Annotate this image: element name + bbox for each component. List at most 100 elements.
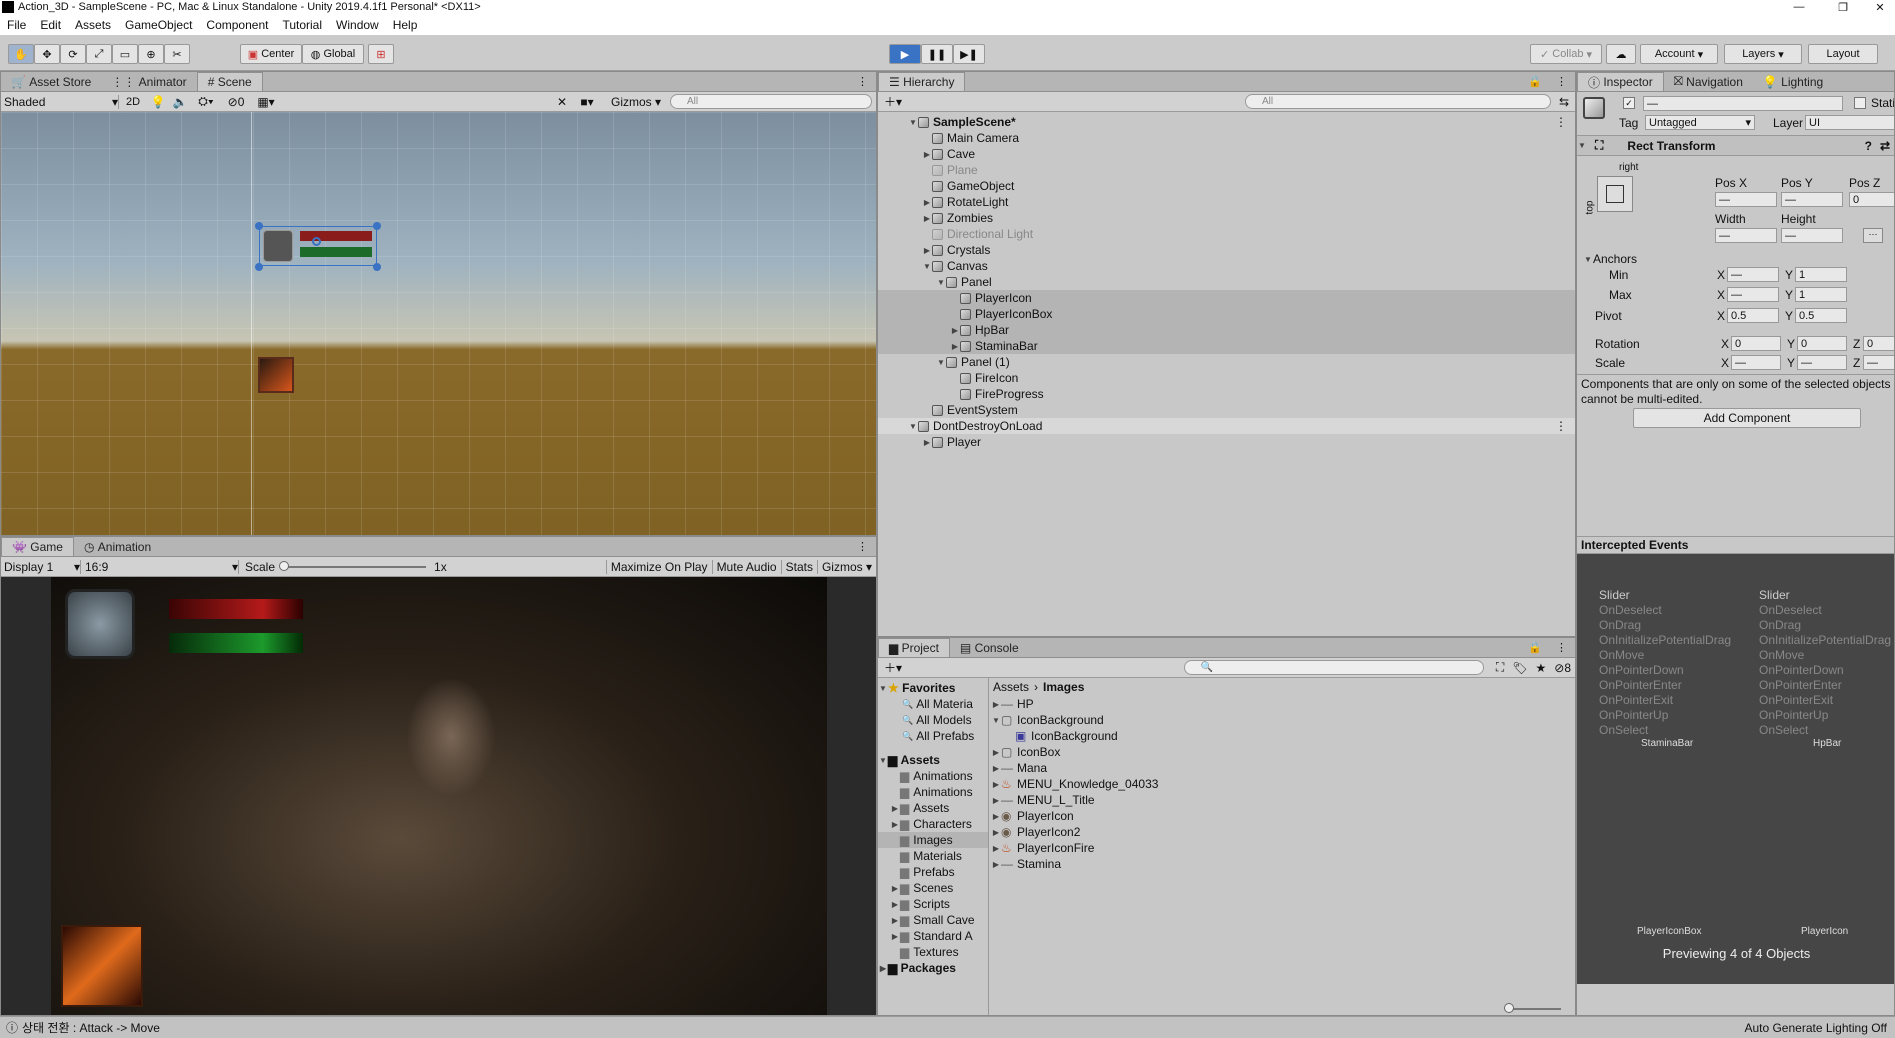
active-checkbox[interactable]: ✓ — [1623, 97, 1635, 109]
favorite-icon[interactable]: ★ — [1531, 661, 1550, 675]
tab-game[interactable]: 👾 Game — [1, 537, 74, 556]
blueprint-mode-icon[interactable]: ⋯ — [1863, 228, 1883, 243]
anchor-min-y-field[interactable]: 1 — [1795, 267, 1847, 282]
expand-arrow-icon[interactable]: ▶ — [991, 828, 1001, 837]
expand-arrow-icon[interactable]: ▶ — [991, 748, 1001, 757]
hierarchy-item[interactable]: Main Camera — [878, 130, 1575, 146]
hierarchy-item[interactable]: Directional Light — [878, 226, 1575, 242]
global-toggle[interactable]: ◍ Global — [302, 44, 364, 64]
expand-arrow-icon[interactable]: ▶ — [991, 700, 1001, 709]
menu-help[interactable]: Help — [386, 18, 425, 32]
grid-toggle-icon[interactable]: ▦▾ — [251, 95, 281, 109]
resize-handle-icon[interactable] — [255, 263, 263, 271]
help-icon[interactable]: ? — [1861, 139, 1876, 153]
expand-arrow-icon[interactable]: ▶ — [991, 796, 1001, 805]
breadcrumb-images[interactable]: Images — [1043, 680, 1084, 694]
rect-tool-icon[interactable]: ▭ — [112, 44, 138, 64]
tab-scene[interactable]: # Scene — [196, 72, 263, 91]
hierarchy-item[interactable]: ▶ Crystals — [878, 242, 1575, 258]
scene-visibility-icon[interactable]: ⇆ — [1559, 95, 1575, 109]
effects-dropdown-icon[interactable]: ⛭▾ — [191, 94, 221, 109]
expand-arrow-icon[interactable]: ▶ — [950, 326, 960, 335]
folder-item[interactable]: ▆ Materials — [878, 848, 988, 864]
expand-arrow-icon[interactable]: ▼ — [991, 716, 1001, 725]
icon-size-thumb[interactable] — [1504, 1003, 1514, 1013]
resize-handle-icon[interactable] — [373, 222, 381, 230]
posy-field[interactable]: — — [1781, 192, 1843, 207]
anchors-foldout[interactable]: ▼ Anchors — [1583, 252, 1637, 266]
maximize-on-play-toggle[interactable]: Maximize On Play — [605, 559, 712, 574]
tab-project[interactable]: ▆ Project — [878, 638, 950, 657]
scene-viewport[interactable] — [1, 112, 876, 535]
intercepted-events-header[interactable]: Intercepted Events — [1577, 536, 1894, 554]
transform-tool-icon[interactable]: ⊕ — [138, 44, 164, 64]
packages-root[interactable]: ▶ ▆ Packages — [878, 960, 988, 976]
game-viewport[interactable] — [51, 577, 827, 1015]
panel-menu-icon[interactable]: ⋮ — [849, 540, 876, 556]
menu-window[interactable]: Window — [329, 18, 386, 32]
aspect-dropdown[interactable]: 16:9 ▾ — [81, 559, 239, 574]
expand-arrow-icon[interactable]: ▶ — [922, 246, 932, 255]
expand-arrow-icon[interactable]: ▶ — [922, 438, 932, 447]
asset-item[interactable]: ▶ ◉ PlayerIcon2 — [989, 824, 1575, 840]
shading-dropdown[interactable]: Shaded ▾ — [1, 94, 119, 109]
hierarchy-item[interactable]: ▶ Cave — [878, 146, 1575, 162]
search-by-type-icon[interactable]: ⛶ — [1492, 660, 1508, 675]
hierarchy-item[interactable]: FireIcon — [878, 370, 1575, 386]
game-gizmos-dropdown[interactable]: Gizmos ▾ — [816, 559, 876, 574]
hierarchy-item[interactable]: ▼ DontDestroyOnLoad ⋮ — [878, 418, 1575, 434]
pause-button[interactable]: ❚❚ — [921, 44, 953, 64]
expand-arrow-icon[interactable]: ▶ — [922, 214, 932, 223]
asset-item[interactable]: ▼ ▢ IconBackground — [989, 712, 1575, 728]
create-dropdown-icon[interactable]: ＋▾ — [878, 93, 908, 110]
tools-icon[interactable]: ✕ — [552, 95, 572, 109]
tab-animator[interactable]: ⋮⋮ Animator — [101, 72, 196, 91]
favorite-item[interactable]: 🔍 All Prefabs — [878, 728, 988, 744]
posx-field[interactable]: — — [1715, 192, 1777, 207]
rotation-z-field[interactable]: 0 — [1863, 336, 1894, 351]
scale-slider-thumb[interactable] — [279, 560, 290, 571]
stats-toggle[interactable]: Stats — [780, 559, 817, 574]
hand-tool-icon[interactable]: ✋ — [8, 44, 34, 64]
expand-arrow-icon[interactable]: ▶ — [922, 150, 932, 159]
expand-arrow-icon[interactable]: ▼ — [936, 358, 946, 367]
scene-menu-icon[interactable]: ⋮ — [1555, 419, 1575, 433]
scale-z-field[interactable]: — — [1863, 355, 1894, 370]
expand-arrow-icon[interactable]: ▶ — [890, 884, 900, 893]
folder-item[interactable]: ▆ Images — [878, 832, 988, 848]
rotate-tool-icon[interactable]: ⟳ — [60, 44, 86, 64]
hierarchy-item[interactable]: ▶ StaminaBar — [878, 338, 1575, 354]
expand-arrow-icon[interactable]: ▶ — [922, 198, 932, 207]
hierarchy-item[interactable]: FireProgress — [878, 386, 1575, 402]
scene-menu-icon[interactable]: ⋮ — [1555, 115, 1575, 129]
panel-menu-icon[interactable]: ⋮ — [1548, 641, 1575, 657]
audio-toggle-icon[interactable]: 🔈 — [169, 95, 191, 109]
display-dropdown[interactable]: Display 1 ▾ — [1, 559, 81, 574]
cloud-icon[interactable]: ☁ — [1606, 44, 1636, 64]
hierarchy-item[interactable]: ▶ HpBar — [878, 322, 1575, 338]
hierarchy-item[interactable]: ▼ Panel — [878, 274, 1575, 290]
asset-item[interactable]: ▶ — Stamina — [989, 856, 1575, 872]
asset-item[interactable]: ▶ — MENU_L_Title — [989, 792, 1575, 808]
hierarchy-item[interactable]: ▶ Zombies — [878, 210, 1575, 226]
menu-component[interactable]: Component — [199, 18, 275, 32]
expand-arrow-icon[interactable]: ▶ — [890, 932, 900, 941]
panel-menu-icon[interactable]: ⋮ — [1548, 75, 1575, 91]
rotation-y-field[interactable]: 0 — [1797, 336, 1847, 351]
anchor-min-x-field[interactable]: — — [1727, 267, 1779, 282]
scale-tool-icon[interactable]: ⤢ — [86, 44, 112, 64]
expand-arrow-icon[interactable]: ▶ — [991, 780, 1001, 789]
move-tool-icon[interactable]: ✥ — [34, 44, 60, 64]
hierarchy-item[interactable]: GameObject — [878, 178, 1575, 194]
menu-gameobject[interactable]: GameObject — [118, 18, 199, 32]
anchor-max-y-field[interactable]: 1 — [1795, 287, 1847, 302]
asset-item[interactable]: ▶ — Mana — [989, 760, 1575, 776]
mode-2d-toggle[interactable]: 2D — [119, 96, 147, 108]
asset-item[interactable]: ▶ ♨ PlayerIconFire — [989, 840, 1575, 856]
expand-arrow-icon[interactable]: ▶ — [950, 342, 960, 351]
folder-item[interactable]: ▶ ▆ Scripts — [878, 896, 988, 912]
scene-search-input[interactable]: All — [670, 94, 872, 109]
settings-icon[interactable]: ⇄ — [1876, 139, 1894, 153]
custom-tool-icon[interactable]: ✂ — [164, 44, 190, 64]
mute-audio-toggle[interactable]: Mute Audio — [711, 559, 781, 574]
